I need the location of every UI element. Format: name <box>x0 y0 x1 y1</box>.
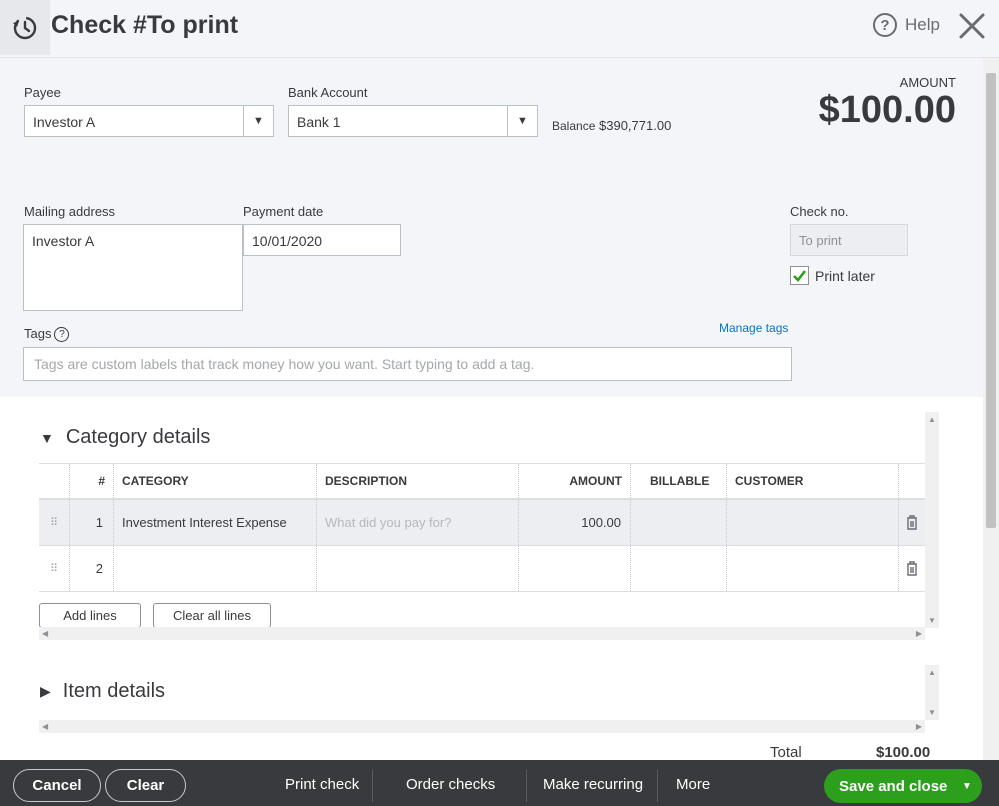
total-value: $100.00 <box>876 744 931 761</box>
trash-icon[interactable] <box>899 500 925 545</box>
check-no-label: Check no. <box>790 204 849 219</box>
check-no-field[interactable]: To print <box>790 224 908 256</box>
balance-label: Balance <box>552 119 596 133</box>
recent-transactions-icon[interactable] <box>0 0 50 55</box>
help-label: Help <box>905 15 940 34</box>
footer-divider <box>657 770 658 802</box>
order-checks-button[interactable]: Order checks <box>406 776 495 793</box>
payee-label: Payee <box>24 85 61 100</box>
close-icon[interactable] <box>955 9 989 43</box>
row-description[interactable] <box>317 546 519 591</box>
chevron-down-icon[interactable]: ▼ <box>952 769 982 803</box>
col-description: DESCRIPTION <box>317 464 519 498</box>
tags-label: Tags <box>24 326 52 341</box>
chevron-down-icon[interactable]: ▼ <box>507 106 537 136</box>
question-icon[interactable]: ? <box>54 327 70 343</box>
row-customer[interactable] <box>727 500 899 545</box>
item-details-title: Item details <box>62 680 166 702</box>
footer-toolbar: Cancel Clear Print check Order checks Ma… <box>0 760 999 806</box>
caret-down-icon: ▼ <box>40 429 54 446</box>
table-row[interactable]: ⠿ 1 Investment Interest Expense What did… <box>39 500 925 546</box>
header: Check #To print ? Help <box>0 0 999 58</box>
row-amount[interactable]: 100.00 <box>519 500 631 545</box>
amount-label: AMOUNT <box>899 75 956 90</box>
drag-handle-icon[interactable]: ⠿ <box>39 546 70 591</box>
row-num: 2 <box>70 546 114 591</box>
category-table: # CATEGORY DESCRIPTION AMOUNT BILLABLE C… <box>39 463 925 592</box>
category-details-title: Category details <box>65 426 211 448</box>
bank-balance: Balance $390,771.00 <box>552 118 671 133</box>
col-num: # <box>70 464 114 498</box>
more-button[interactable]: More <box>676 776 710 793</box>
drag-handle-icon[interactable]: ⠿ <box>39 500 70 545</box>
col-amount: AMOUNT <box>519 464 631 498</box>
row-customer[interactable] <box>727 546 899 591</box>
page-title: Check #To print <box>51 11 239 39</box>
row-billable[interactable] <box>631 546 727 591</box>
print-check-button[interactable]: Print check <box>285 776 359 793</box>
cancel-button[interactable]: Cancel <box>13 769 101 802</box>
col-customer: CUSTOMER <box>727 464 899 498</box>
add-lines-button[interactable]: Add lines <box>39 603 141 628</box>
balance-value: $390,771.00 <box>599 118 672 133</box>
total-label: Total <box>770 744 802 761</box>
save-and-close-button[interactable]: Save and close ▼ <box>824 769 982 803</box>
checkmark-icon[interactable] <box>790 266 809 285</box>
page-vscrollbar-thumb[interactable] <box>986 73 996 528</box>
bank-account-select[interactable]: Bank 1 ▼ <box>288 105 538 137</box>
make-recurring-button[interactable]: Make recurring <box>543 776 643 793</box>
caret-right-icon: ▶ <box>40 683 51 699</box>
print-later-checkbox[interactable]: Print later <box>790 266 875 285</box>
bank-account-label: Bank Account <box>288 85 368 100</box>
category-hscrollbar[interactable]: ◀ ▶ <box>39 627 925 640</box>
help-button[interactable]: ? Help <box>873 13 940 37</box>
tags-input[interactable]: Tags are custom labels that track money … <box>23 347 792 381</box>
table-header: # CATEGORY DESCRIPTION AMOUNT BILLABLE C… <box>39 464 925 500</box>
category-details-toggle[interactable]: ▼ Category details <box>40 426 210 449</box>
clear-button[interactable]: Clear <box>105 769 186 802</box>
payee-value: Investor A <box>33 114 96 130</box>
footer-divider <box>526 770 527 802</box>
tags-label-row: Tags? <box>24 326 70 343</box>
items-hscrollbar[interactable]: ◀ ▶ <box>39 720 925 733</box>
row-description[interactable]: What did you pay for? <box>317 500 519 545</box>
payee-select[interactable]: Investor A ▼ <box>24 105 274 137</box>
mailing-address-label: Mailing address <box>24 204 116 219</box>
payment-date-label: Payment date <box>243 204 324 219</box>
row-category[interactable] <box>114 546 317 591</box>
trash-icon[interactable] <box>899 546 925 591</box>
amount-value: $100.00 <box>818 89 956 131</box>
mailing-address-field[interactable]: Investor A <box>23 224 243 311</box>
row-num: 1 <box>70 500 114 545</box>
save-and-close-label: Save and close <box>839 778 948 795</box>
category-vscrollbar[interactable]: ▲ ▼ <box>925 412 939 628</box>
row-category[interactable]: Investment Interest Expense <box>114 500 317 545</box>
footer-divider <box>372 770 373 802</box>
help-icon: ? <box>873 13 897 37</box>
row-amount[interactable] <box>519 546 631 591</box>
row-billable[interactable] <box>631 500 727 545</box>
items-vscrollbar[interactable]: ▲ ▼ <box>925 665 939 720</box>
manage-tags-link[interactable]: Manage tags <box>719 321 788 335</box>
clear-all-lines-button[interactable]: Clear all lines <box>153 603 271 628</box>
item-details-toggle[interactable]: ▶ Item details <box>40 680 165 703</box>
print-later-label: Print later <box>815 267 875 284</box>
table-row[interactable]: ⠿ 2 <box>39 546 925 592</box>
col-category: CATEGORY <box>114 464 317 498</box>
col-billable: BILLABLE <box>631 464 727 498</box>
bank-account-value: Bank 1 <box>297 114 341 130</box>
payment-date-field[interactable]: 10/01/2020 <box>243 224 401 256</box>
check-header-form: Payee Investor A ▼ Bank Account Bank 1 ▼… <box>0 58 983 397</box>
chevron-down-icon[interactable]: ▼ <box>243 106 273 136</box>
